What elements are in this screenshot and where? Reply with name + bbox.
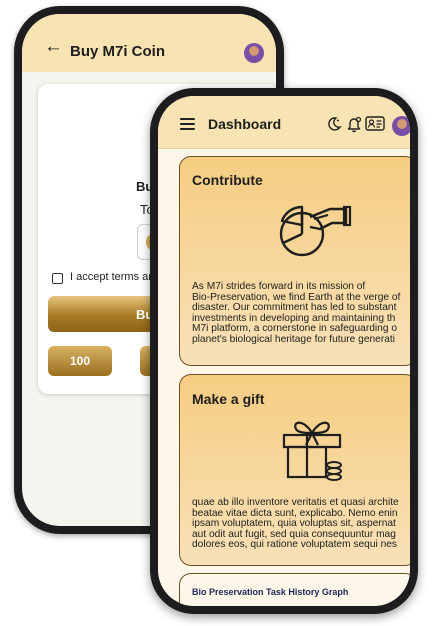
card-title: Contribute (192, 172, 263, 188)
menu-icon[interactable] (180, 118, 195, 130)
back-arrow-icon[interactable]: ← (44, 37, 63, 57)
avatar[interactable] (392, 116, 410, 136)
front-phone: Dashboard Contribute As M7i strides forw… (150, 88, 418, 614)
id-card-icon[interactable] (365, 116, 385, 131)
text-line: dolores eos, qui ratione voluptatem sequ… (192, 539, 398, 551)
text-line: As M7i strides forward in its mission of (192, 281, 366, 292)
amount-button-100[interactable]: 100 (48, 346, 112, 376)
contribute-description: As M7i strides forward in its mission of… (192, 281, 410, 346)
buy-coin-header: ← Buy M7i Coin (22, 14, 276, 72)
moon-icon[interactable] (326, 116, 342, 132)
graph-title: Bio Preservation Task History Graph (192, 587, 349, 597)
dashboard-header: Dashboard (158, 96, 410, 149)
dashboard-screen: Dashboard Contribute As M7i strides forw… (158, 96, 410, 606)
avatar[interactable] (244, 43, 264, 63)
contribute-hand-chart-icon (279, 205, 352, 257)
terms-label: I accept terms and (70, 271, 161, 283)
text-line: quae ab illo inventore veritatis et quas… (192, 497, 399, 508)
gift-icon (282, 421, 342, 481)
make-a-gift-card[interactable]: Make a gift quae ab illo inventore verit… (179, 374, 410, 566)
task-history-graph-card[interactable]: Bio Preservation Task History Graph (179, 573, 410, 606)
gift-description: quae ab illo inventore veritatis et quas… (192, 497, 410, 551)
bell-icon[interactable] (346, 116, 362, 133)
card-title: Make a gift (192, 391, 265, 407)
contribute-card[interactable]: Contribute As M7i strides forward in its… (179, 156, 410, 366)
page-title: Dashboard (208, 116, 282, 132)
terms-checkbox[interactable] (52, 273, 63, 284)
page-title: Buy M7i Coin (70, 43, 166, 60)
text-line: planet's biological heritage for future … (192, 333, 395, 345)
